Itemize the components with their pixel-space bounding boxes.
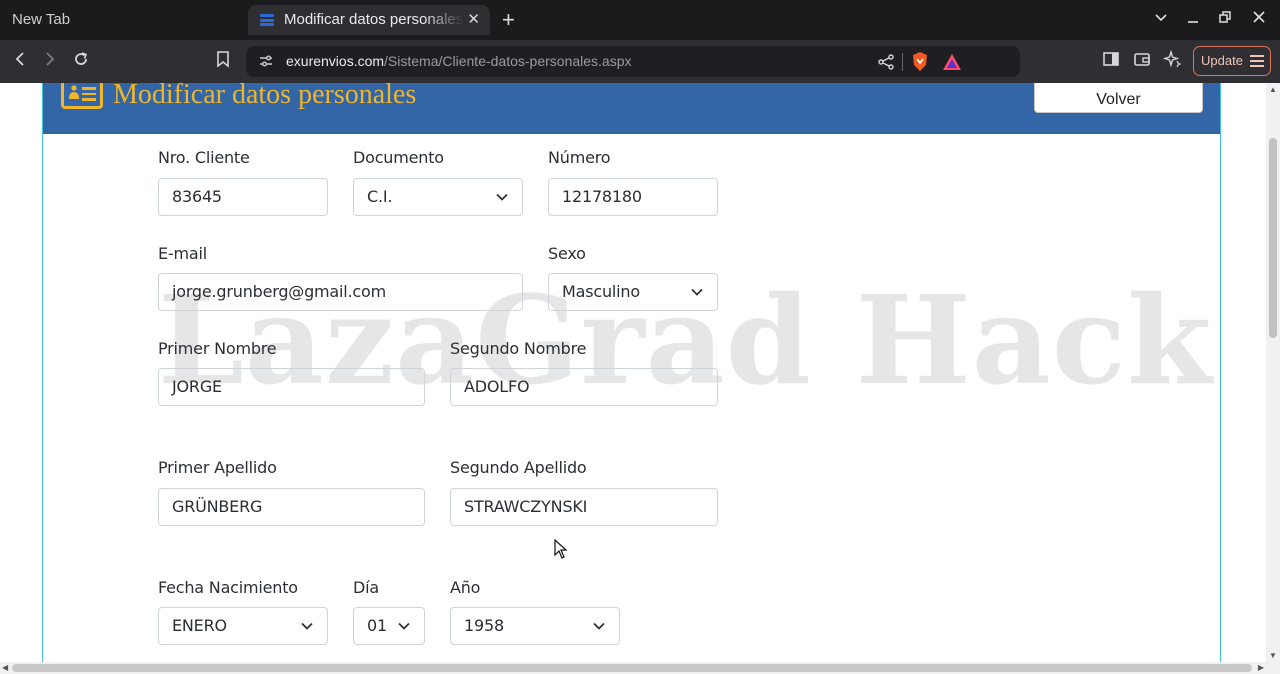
tab-close-icon[interactable]: ✕ <box>467 5 480 35</box>
sexo-label: Sexo <box>548 244 586 263</box>
horizontal-scrollbar[interactable]: ◀ ▶ <box>0 662 1280 674</box>
vertical-scrollbar[interactable]: ▲ ▼ <box>1266 83 1280 662</box>
update-menu-button[interactable]: Update <box>1193 46 1271 76</box>
sexo-select[interactable]: Masculino <box>548 273 718 311</box>
leo-ai-icon[interactable] <box>1162 49 1182 73</box>
panel-header: Modificar datos personales Volver <box>43 83 1220 134</box>
primer-apellido-label: Primer Apellido <box>158 458 277 477</box>
anio-select[interactable]: 1958 <box>450 607 620 645</box>
segundo-nombre-label: Segundo Nombre <box>450 339 587 358</box>
email-label: E-mail <box>158 244 207 263</box>
volver-button[interactable]: Volver <box>1034 83 1203 113</box>
anio-label: Año <box>450 578 481 597</box>
dia-label: Día <box>353 578 379 597</box>
page-title: Modificar datos personales <box>113 83 417 110</box>
primer-apellido-input[interactable]: GRÜNBERG <box>158 488 425 526</box>
scroll-down-icon[interactable]: ▼ <box>1269 651 1277 660</box>
brave-shields-icon[interactable] <box>910 51 930 78</box>
hamburger-menu-icon <box>1250 55 1264 70</box>
segundo-apellido-input[interactable]: STRAWCZYNSKI <box>450 488 718 526</box>
segundo-nombre-input[interactable]: ADOLFO <box>450 368 718 406</box>
fecha-nacimiento-label: Fecha Nacimiento <box>158 578 298 597</box>
tab-new-tab[interactable]: New Tab <box>0 0 240 40</box>
segundo-apellido-label: Segundo Apellido <box>450 458 587 477</box>
mes-select[interactable]: ENERO <box>158 607 328 645</box>
address-bar[interactable]: exurenvios.com/Sistema/Cliente-datos-per… <box>246 46 1020 77</box>
restore-icon[interactable] <box>1218 10 1232 29</box>
mouse-pointer-icon <box>554 539 568 559</box>
wallet-icon[interactable] <box>1133 50 1151 73</box>
numero-label: Número <box>548 148 611 167</box>
documento-label: Documento <box>353 148 444 167</box>
bookmark-icon[interactable] <box>216 50 230 73</box>
tab-list-chevron-icon[interactable] <box>1154 10 1168 29</box>
contact-card-icon <box>61 83 103 109</box>
scroll-left-icon[interactable]: ◀ <box>2 663 8 672</box>
nro-cliente-input[interactable]: 83645 <box>158 178 328 216</box>
close-window-icon[interactable] <box>1252 10 1266 29</box>
primer-nombre-label: Primer Nombre <box>158 339 277 358</box>
browser-toolbar: exurenvios.com/Sistema/Cliente-datos-per… <box>0 40 1280 83</box>
dia-select[interactable]: 01 <box>353 607 425 645</box>
site-favicon-icon <box>260 14 274 26</box>
tab-modificar-datos[interactable]: Modificar datos personales ✕ <box>248 5 490 35</box>
browser-titlebar: New Tab Modificar datos personales ✕ + <box>0 0 1280 40</box>
new-tab-button[interactable]: + <box>502 6 515 34</box>
nro-cliente-label: Nro. Cliente <box>158 148 250 167</box>
form-panel: Modificar datos personales Volver LazaGr… <box>42 83 1221 662</box>
scroll-up-icon[interactable]: ▲ <box>1269 85 1277 94</box>
sidebar-icon[interactable] <box>1102 50 1120 73</box>
forward-icon[interactable] <box>42 50 58 73</box>
vertical-scroll-thumb[interactable] <box>1269 138 1277 338</box>
primer-nombre-input[interactable]: JORGE <box>158 368 425 406</box>
share-icon[interactable] <box>877 53 895 76</box>
minimize-icon[interactable] <box>1186 10 1200 29</box>
scroll-right-icon[interactable]: ▶ <box>1258 663 1264 672</box>
page-viewport: Modificar datos personales Volver LazaGr… <box>0 83 1266 662</box>
chevron-down-icon <box>691 288 703 296</box>
site-settings-icon[interactable] <box>258 52 274 73</box>
chevron-down-icon <box>398 622 410 630</box>
brave-rewards-icon[interactable] <box>942 53 962 76</box>
chevron-down-icon <box>301 622 313 630</box>
back-icon[interactable] <box>12 50 28 73</box>
documento-select[interactable]: C.I. <box>353 178 523 216</box>
reload-icon[interactable] <box>72 50 90 73</box>
chevron-down-icon <box>496 193 508 201</box>
email-input[interactable]: jorge.grunberg@gmail.com <box>158 273 523 311</box>
url-text: exurenvios.com/Sistema/Cliente-datos-per… <box>286 53 632 69</box>
chevron-down-icon <box>593 622 605 630</box>
numero-input[interactable]: 12178180 <box>548 178 718 216</box>
horizontal-scroll-thumb[interactable] <box>12 664 1252 672</box>
